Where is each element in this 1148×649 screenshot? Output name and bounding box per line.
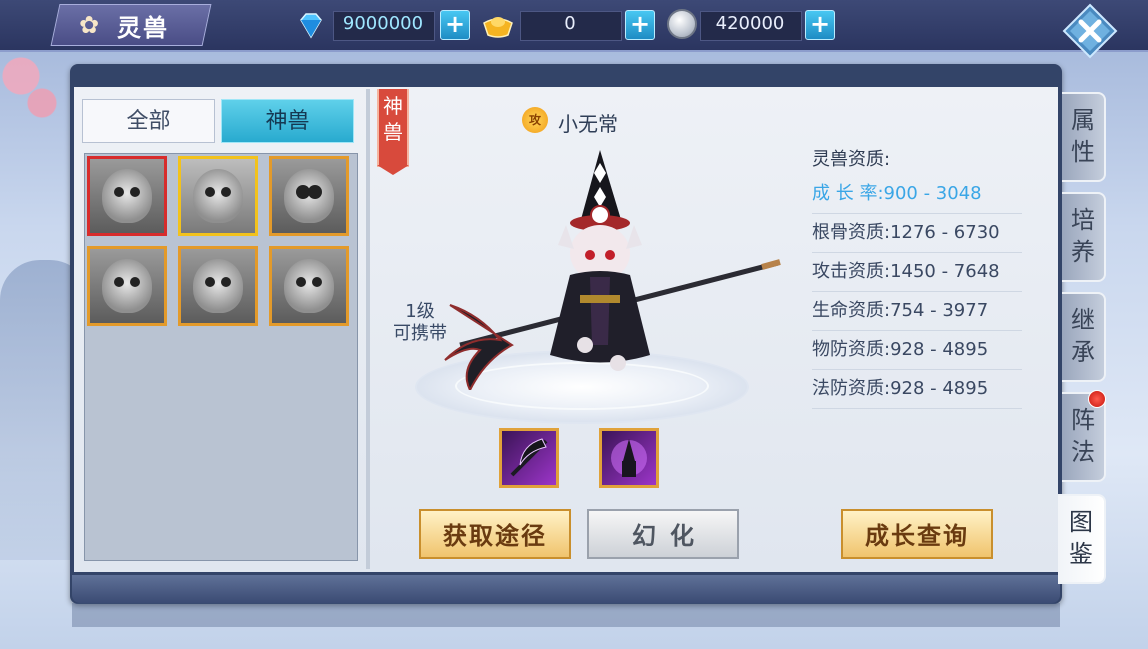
add-ingot-button[interactable]: + bbox=[625, 10, 655, 40]
diamond-icon bbox=[300, 13, 322, 39]
tab-all[interactable]: 全部 bbox=[82, 99, 215, 143]
add-silver-button[interactable]: + bbox=[805, 10, 835, 40]
tab-attributes-label: 属性 bbox=[1071, 106, 1095, 166]
divine-beast-ribbon: 神兽 bbox=[377, 89, 409, 175]
pet-grid bbox=[84, 153, 358, 561]
scythe-skill-icon bbox=[510, 438, 548, 477]
pet-name: 小无常 bbox=[558, 112, 618, 136]
tab-train-label: 培养 bbox=[1071, 206, 1095, 266]
silver-amount: 420000 bbox=[715, 13, 785, 34]
tab-formation-label: 阵法 bbox=[1071, 406, 1095, 466]
obtain-route-button[interactable]: 获取途径 bbox=[419, 509, 571, 559]
stat-row: 生命资质:754 - 3977 bbox=[812, 292, 1022, 331]
pet-slot-panda[interactable] bbox=[269, 156, 349, 236]
attack-type-badge: 攻 bbox=[522, 107, 548, 133]
fox-portrait bbox=[284, 259, 334, 313]
pet-slot-bear[interactable] bbox=[87, 156, 167, 236]
tab-train[interactable]: 培养 bbox=[1062, 192, 1106, 282]
page-title: 灵兽 bbox=[117, 14, 169, 42]
tab-catalog-label: 图鉴 bbox=[1069, 508, 1093, 568]
aptitude-panel: 灵兽资质: 成 长 率:900 - 3048 根骨资质:1276 - 6730 … bbox=[812, 145, 1022, 409]
bear-portrait bbox=[102, 169, 152, 223]
pet-list-area: 全部 神兽 bbox=[76, 89, 366, 569]
summon-skill-icon bbox=[611, 439, 647, 477]
growth-rate: 成 长 率:900 - 3048 bbox=[812, 175, 1022, 214]
pet-model[interactable] bbox=[440, 145, 790, 390]
stat-row: 法防资质:928 - 4895 bbox=[812, 370, 1022, 409]
add-diamond-button[interactable]: + bbox=[440, 10, 470, 40]
tab-inherit[interactable]: 继承 bbox=[1062, 292, 1106, 382]
pet-slot-monkey[interactable] bbox=[87, 246, 167, 326]
top-bar: ✿ 灵兽 9000000 + 0 + 420000 + bbox=[0, 0, 1148, 52]
panel-shadow bbox=[72, 603, 1060, 627]
tab-catalog[interactable]: 图鉴 bbox=[1058, 494, 1106, 584]
rabbit-portrait bbox=[193, 259, 243, 313]
panda-portrait bbox=[284, 169, 334, 223]
diamond-amount: 9000000 bbox=[342, 13, 424, 34]
skill-slot-1[interactable] bbox=[499, 428, 559, 488]
xiao-wu-chang-portrait bbox=[193, 169, 243, 223]
stat-row: 物防资质:928 - 4895 bbox=[812, 331, 1022, 370]
close-button[interactable] bbox=[1062, 3, 1118, 59]
panel-bottom-bar bbox=[72, 575, 1060, 603]
tab-inherit-label: 继承 bbox=[1071, 306, 1095, 366]
growth-query-button[interactable]: 成长查询 bbox=[841, 509, 993, 559]
stat-row: 根骨资质:1276 - 6730 bbox=[812, 214, 1022, 253]
gold-ingot-icon bbox=[483, 17, 513, 38]
skill-slot-2[interactable] bbox=[599, 428, 659, 488]
pet-slot-fox[interactable] bbox=[269, 246, 349, 326]
tab-divine-beast[interactable]: 神兽 bbox=[221, 99, 354, 143]
transform-button[interactable]: 幻化 bbox=[587, 509, 739, 559]
flower-icon: ✿ bbox=[78, 11, 100, 39]
notification-dot bbox=[1088, 390, 1106, 408]
pet-slot-rabbit[interactable] bbox=[178, 246, 258, 326]
background-blossom bbox=[0, 40, 70, 130]
stat-row: 攻击资质:1450 - 7648 bbox=[812, 253, 1022, 292]
silver-coin-icon bbox=[667, 9, 697, 39]
panel-divider bbox=[366, 89, 370, 569]
gold-ingot-amount: 0 bbox=[564, 13, 576, 34]
monkey-portrait bbox=[102, 259, 152, 313]
aptitude-title: 灵兽资质: bbox=[812, 149, 891, 170]
pet-slot-xiao-wu-chang[interactable] bbox=[178, 156, 258, 236]
tab-attributes[interactable]: 属性 bbox=[1062, 92, 1106, 182]
